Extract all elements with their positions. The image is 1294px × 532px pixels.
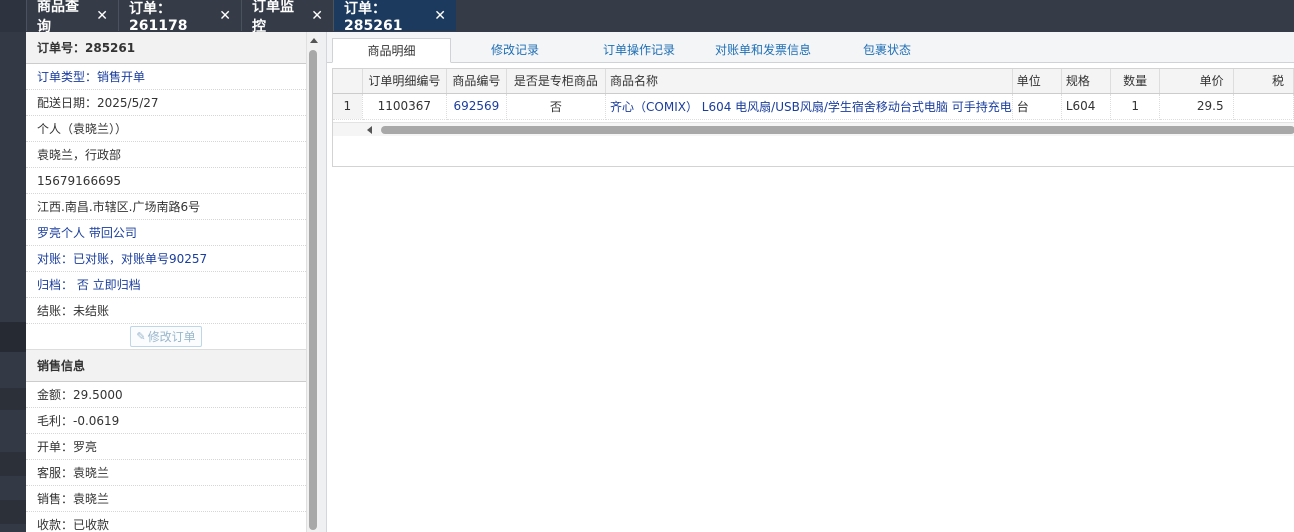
product-name-link[interactable]: 齐心（COMIX） L604 电风扇/USB风扇/学生宿舍移动台式电脑 可手持充…: [605, 93, 1013, 120]
scroll-up-icon[interactable]: [310, 38, 318, 43]
archive-status: 归档： 否 立即归档: [26, 272, 306, 298]
quantity-cell: 1: [1110, 93, 1161, 120]
tab-package-status[interactable]: 包裹状态: [827, 38, 947, 63]
counter-product-cell: 否: [506, 93, 607, 120]
row-number-header: [333, 69, 363, 94]
column-header[interactable]: 税: [1233, 69, 1294, 94]
column-header[interactable]: 单价: [1159, 69, 1234, 94]
product-detail-grid: 订单明细编号 商品编号 是否是专柜商品 商品名称 单位 规格 数量 单价 税 1…: [332, 68, 1294, 167]
table-row[interactable]: 1 1100367 692569 否 齐心（COMIX） L604 电风扇/US…: [333, 93, 1294, 120]
column-header[interactable]: 规格: [1061, 69, 1112, 94]
tab-order-monitor[interactable]: 订单监控 ✕: [241, 0, 333, 35]
column-header[interactable]: 商品名称: [605, 69, 1013, 94]
grid-horizontal-scrollbar[interactable]: [333, 122, 1294, 136]
tab-product-query[interactable]: 商品查询 ✕: [26, 0, 118, 35]
reconcile-status: 对账：已对账，对账单号90257: [26, 246, 306, 272]
close-icon[interactable]: ✕: [311, 8, 323, 24]
tab-label: 订单：261178: [129, 0, 188, 34]
tab-label: 订单监控: [252, 0, 294, 35]
scroll-left-icon[interactable]: [367, 126, 372, 134]
payment-status: 收款：已收款: [26, 512, 306, 532]
salesperson: 销售：袁晓兰: [26, 486, 306, 512]
edit-order-label: 修改订单: [147, 330, 196, 344]
edit-order-button[interactable]: ✎ 修改订单: [130, 326, 202, 347]
reconcile-label: 对账：: [37, 252, 74, 266]
tab-product-details[interactable]: 商品明细: [332, 38, 451, 63]
gross-profit: 毛利：-0.0619: [26, 408, 306, 434]
info-panel-scrollbar[interactable]: [306, 32, 319, 532]
top-tab-bar: 商品查询 ✕ 订单：261178 ✕ 订单监控 ✕ 订单：285261 ✕: [0, 0, 1294, 35]
product-id-link[interactable]: 692569: [446, 93, 507, 120]
customer-name: 个人（袁晓兰））: [26, 116, 306, 142]
customer-service: 客服：袁晓兰: [26, 460, 306, 486]
close-icon[interactable]: ✕: [96, 8, 108, 24]
tab-label: 订单：285261: [344, 0, 403, 34]
row-number: 1: [333, 93, 363, 120]
contact-person: 袁晓兰，行政部: [26, 142, 306, 168]
delivery-address: 江西.南昌.市辖区.广场南路6号: [26, 194, 306, 220]
scrollbar-thumb[interactable]: [309, 50, 317, 530]
column-header[interactable]: 订单明细编号: [362, 69, 448, 94]
settle-status: 结账：未结账: [26, 298, 306, 324]
nav-band: [0, 388, 26, 410]
table-header-row: 订单明细编号 商品编号 是否是专柜商品 商品名称 单位 规格 数量 单价 税: [333, 69, 1294, 94]
order-number: 订单号：285261: [26, 32, 306, 64]
order-info-panel: 订单号：285261 订单类型：销售开单 配送日期：2025/5/27 个人（袁…: [26, 32, 306, 532]
column-header[interactable]: 数量: [1110, 69, 1161, 94]
panel-splitter[interactable]: [319, 32, 327, 532]
detail-id-cell: 1100367: [362, 93, 448, 120]
column-header[interactable]: 商品编号: [446, 69, 507, 94]
unit-price-cell: 29.5: [1159, 93, 1234, 120]
spec-cell: L604: [1061, 93, 1112, 120]
delivery-date: 配送日期：2025/5/27: [26, 90, 306, 116]
opened-by: 开单：罗亮: [26, 434, 306, 460]
tab-order-operation-log[interactable]: 订单操作记录: [579, 38, 699, 63]
tab-label: 商品查询: [37, 0, 79, 35]
order-type-label: 订单类型：: [37, 70, 98, 84]
sales-info-heading: 销售信息: [26, 350, 306, 382]
tab-modification-log[interactable]: 修改记录: [455, 38, 575, 63]
tab-order-285261[interactable]: 订单：285261 ✕: [333, 0, 456, 34]
unit-cell: 台: [1012, 93, 1062, 120]
nav-band: [0, 322, 26, 352]
shipper-link[interactable]: 罗亮个人 带回公司: [26, 220, 306, 246]
order-type: 订单类型：销售开单: [26, 64, 306, 90]
tab-reconcile-invoice[interactable]: 对账单和发票信息: [703, 38, 823, 63]
sales-amount: 金额：29.5000: [26, 382, 306, 408]
column-header[interactable]: 是否是专柜商品: [506, 69, 607, 94]
order-type-value: 销售开单: [97, 70, 146, 84]
scrollbar-thumb[interactable]: [381, 126, 1294, 134]
tab-order-261178[interactable]: 订单：261178 ✕: [118, 0, 241, 34]
edit-icon: ✎: [136, 330, 146, 343]
close-icon[interactable]: ✕: [219, 8, 231, 24]
product-table: 订单明细编号 商品编号 是否是专柜商品 商品名称 单位 规格 数量 单价 税 1…: [333, 69, 1294, 120]
archive-label: 归档：: [37, 278, 74, 292]
reconcile-value[interactable]: 已对账，对账单号90257: [73, 252, 207, 266]
close-icon[interactable]: ✕: [434, 8, 446, 24]
detail-tab-bar: 商品明细 修改记录 订单操作记录 对账单和发票信息 包裹状态: [327, 32, 1294, 63]
main-content: 商品明细 修改记录 订单操作记录 对账单和发票信息 包裹状态 订单明细编号 商品…: [327, 32, 1294, 532]
top-bar-stub: [0, 0, 26, 32]
nav-band: [0, 500, 26, 524]
left-nav-strip: [0, 32, 26, 532]
phone-number: 15679166695: [26, 168, 306, 194]
tax-cell: [1233, 93, 1294, 120]
edit-order-row: ✎ 修改订单: [26, 324, 306, 350]
archive-value[interactable]: 否 立即归档: [73, 278, 141, 292]
nav-band: [0, 452, 26, 476]
column-header[interactable]: 单位: [1012, 69, 1062, 94]
